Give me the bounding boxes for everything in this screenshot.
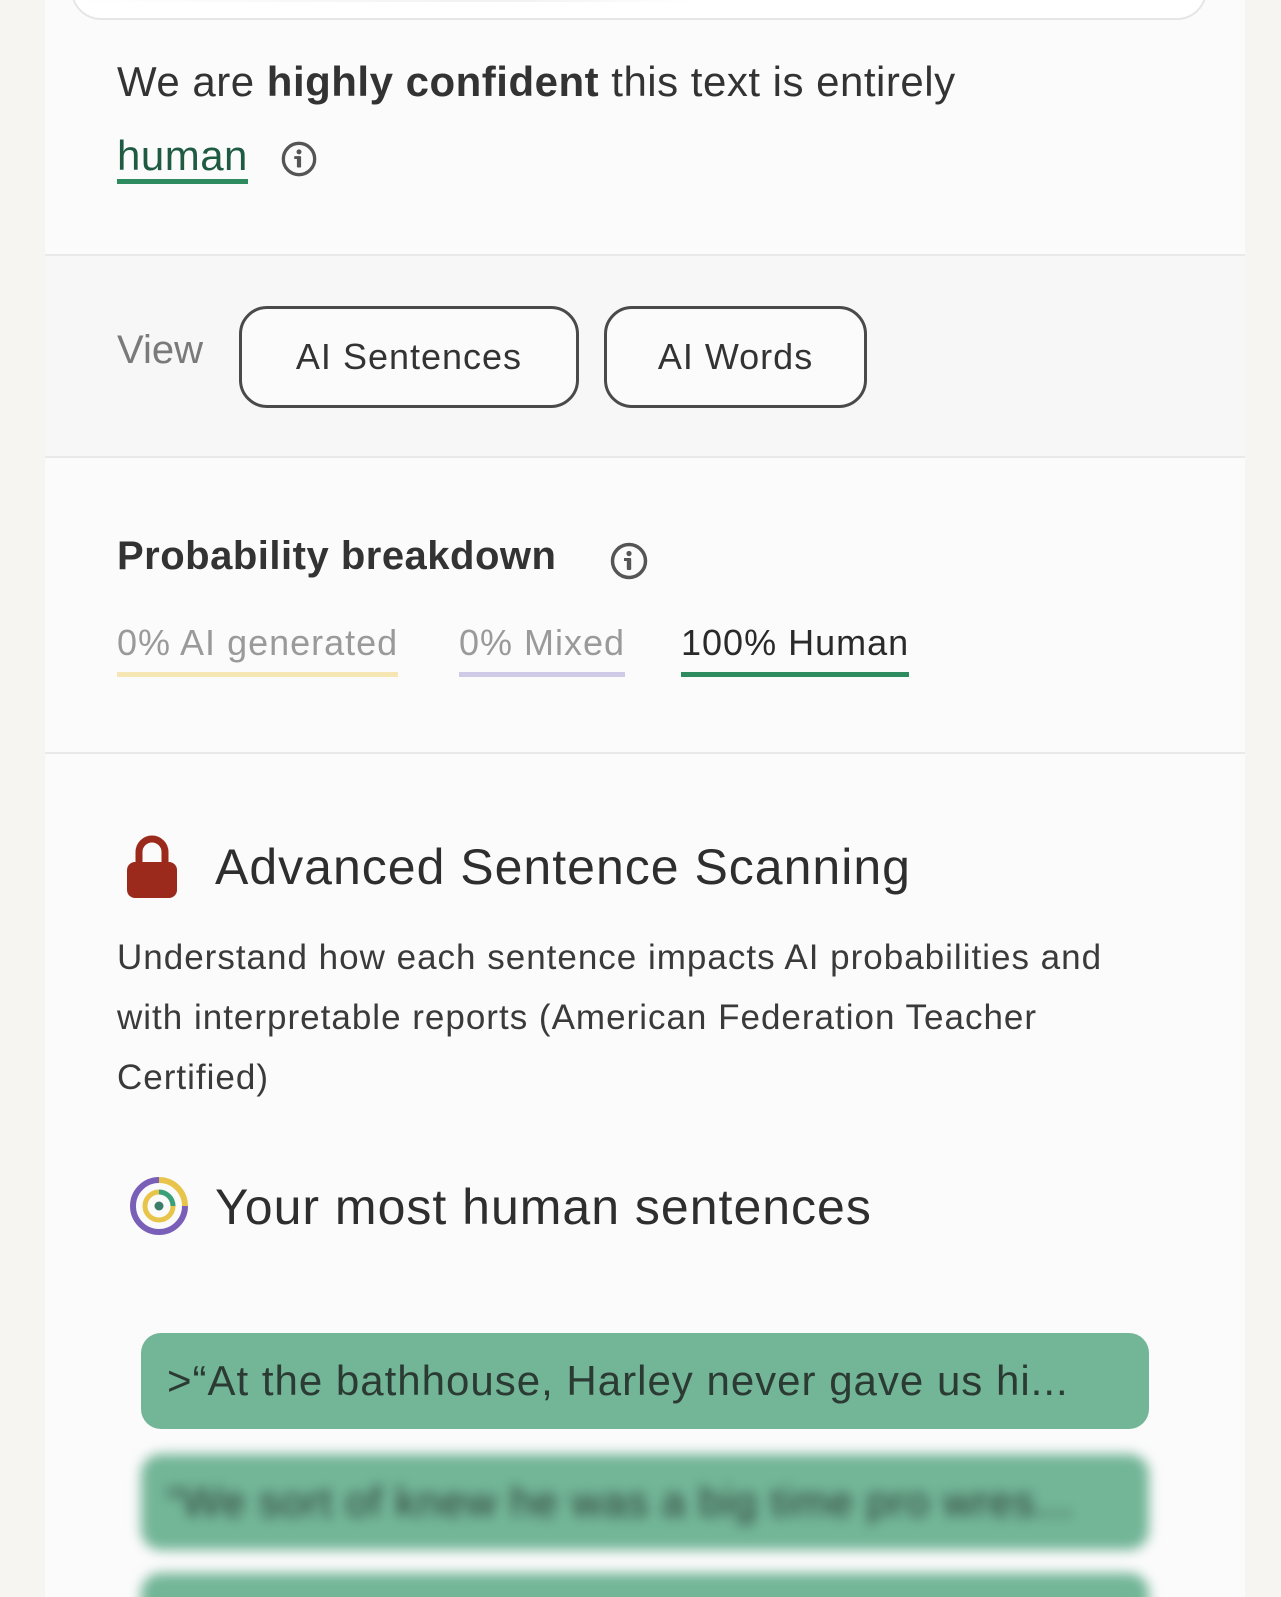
probability-title: Probability breakdown: [117, 534, 557, 578]
most-human-title: Your most human sentences: [215, 1179, 872, 1235]
human-stat[interactable]: 100% Human: [681, 622, 910, 677]
verdict-emphasis: highly confident: [266, 58, 600, 105]
ai-words-button[interactable]: AI Words: [604, 306, 867, 408]
view-label: View: [117, 328, 203, 372]
divider: [45, 752, 1245, 754]
info-icon[interactable]: [280, 140, 318, 178]
sentence-item-blurred[interactable]: “We sort of knew he was a big time pro w…: [141, 1454, 1149, 1550]
verdict-prefix: We are: [117, 58, 255, 105]
lock-icon: [127, 835, 177, 898]
mixed-stat[interactable]: 0% Mixed: [459, 622, 626, 677]
verdict-text: We are highly confident this text is ent…: [117, 45, 1117, 193]
info-icon[interactable]: [609, 541, 649, 581]
ai-sentences-button[interactable]: AI Sentences: [239, 306, 579, 408]
advanced-scanning-description: Understand how each sentence impacts AI …: [117, 938, 1103, 1097]
verdict-result: human: [117, 132, 248, 184]
top-panel-edge: [71, 0, 1207, 20]
sentence-item-blurred[interactable]: [141, 1573, 1149, 1597]
verdict-middle: this text is entirely: [611, 58, 956, 105]
results-card: We are highly confident this text is ent…: [45, 0, 1245, 1597]
divider: [45, 456, 1245, 458]
advanced-scanning-title: Advanced Sentence Scanning: [215, 839, 911, 895]
target-icon: [130, 1177, 188, 1235]
view-toggle-bar: View AI Sentences AI Words: [45, 256, 1245, 456]
sentence-item[interactable]: >“At the bathhouse, Harley never gave us…: [141, 1333, 1149, 1429]
ai-generated-stat[interactable]: 0% AI generated: [117, 622, 399, 677]
